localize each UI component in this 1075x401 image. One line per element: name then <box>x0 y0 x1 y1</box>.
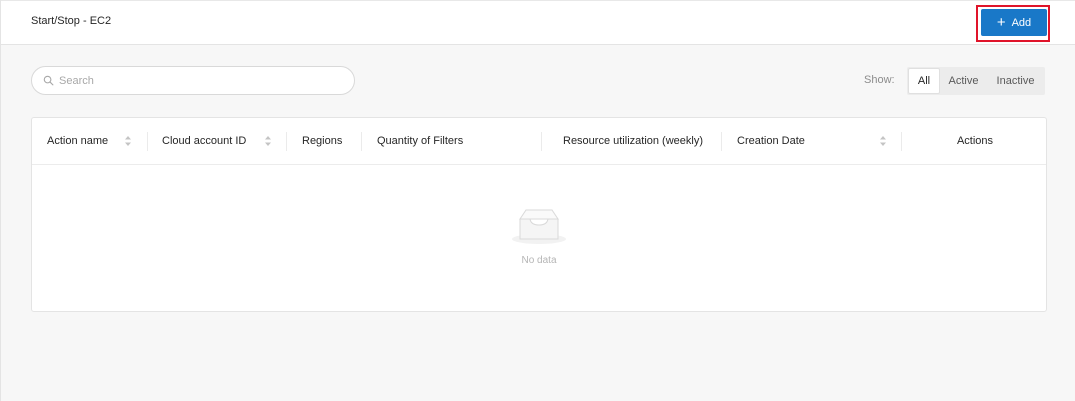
column-divider <box>541 132 542 151</box>
inbox-empty-icon <box>512 209 566 244</box>
search-input[interactable] <box>59 74 339 87</box>
column-quantity-of-filters: Quantity of Filters <box>377 135 464 147</box>
column-cloud-account-id[interactable]: Cloud account ID <box>162 118 246 164</box>
filter-inactive[interactable]: Inactive <box>987 68 1044 94</box>
filter-all[interactable]: All <box>908 68 940 94</box>
table-header: Action name Cloud account ID Regions Qua… <box>32 118 1046 165</box>
add-button[interactable]: + Add <box>981 9 1047 36</box>
empty-state: No data <box>32 165 1046 312</box>
column-creation-date[interactable]: Creation Date <box>737 118 805 164</box>
column-actions: Actions <box>956 135 994 147</box>
show-label: Show: <box>864 74 895 86</box>
sort-icon[interactable] <box>124 135 132 147</box>
filter-active[interactable]: Active <box>940 68 987 94</box>
sort-icon[interactable] <box>264 135 272 147</box>
column-divider <box>286 132 287 151</box>
search-icon <box>43 75 54 86</box>
page-title: Start/Stop - EC2 <box>31 15 112 27</box>
empty-text: No data <box>521 255 557 266</box>
add-button-label: Add <box>1011 16 1032 29</box>
actions-table: Action name Cloud account ID Regions Qua… <box>31 117 1047 312</box>
column-divider <box>721 132 722 151</box>
plus-icon: + <box>996 13 1006 31</box>
column-action-name[interactable]: Action name <box>47 118 108 164</box>
status-filter: All Active Inactive <box>907 67 1045 95</box>
sort-icon[interactable] <box>879 135 887 147</box>
column-divider <box>361 132 362 151</box>
page-header: Start/Stop - EC2 <box>1 0 1075 45</box>
column-resource-utilization: Resource utilization (weekly) <box>563 135 703 147</box>
column-divider <box>147 132 148 151</box>
search-box[interactable] <box>31 66 355 95</box>
column-regions: Regions <box>302 135 343 147</box>
